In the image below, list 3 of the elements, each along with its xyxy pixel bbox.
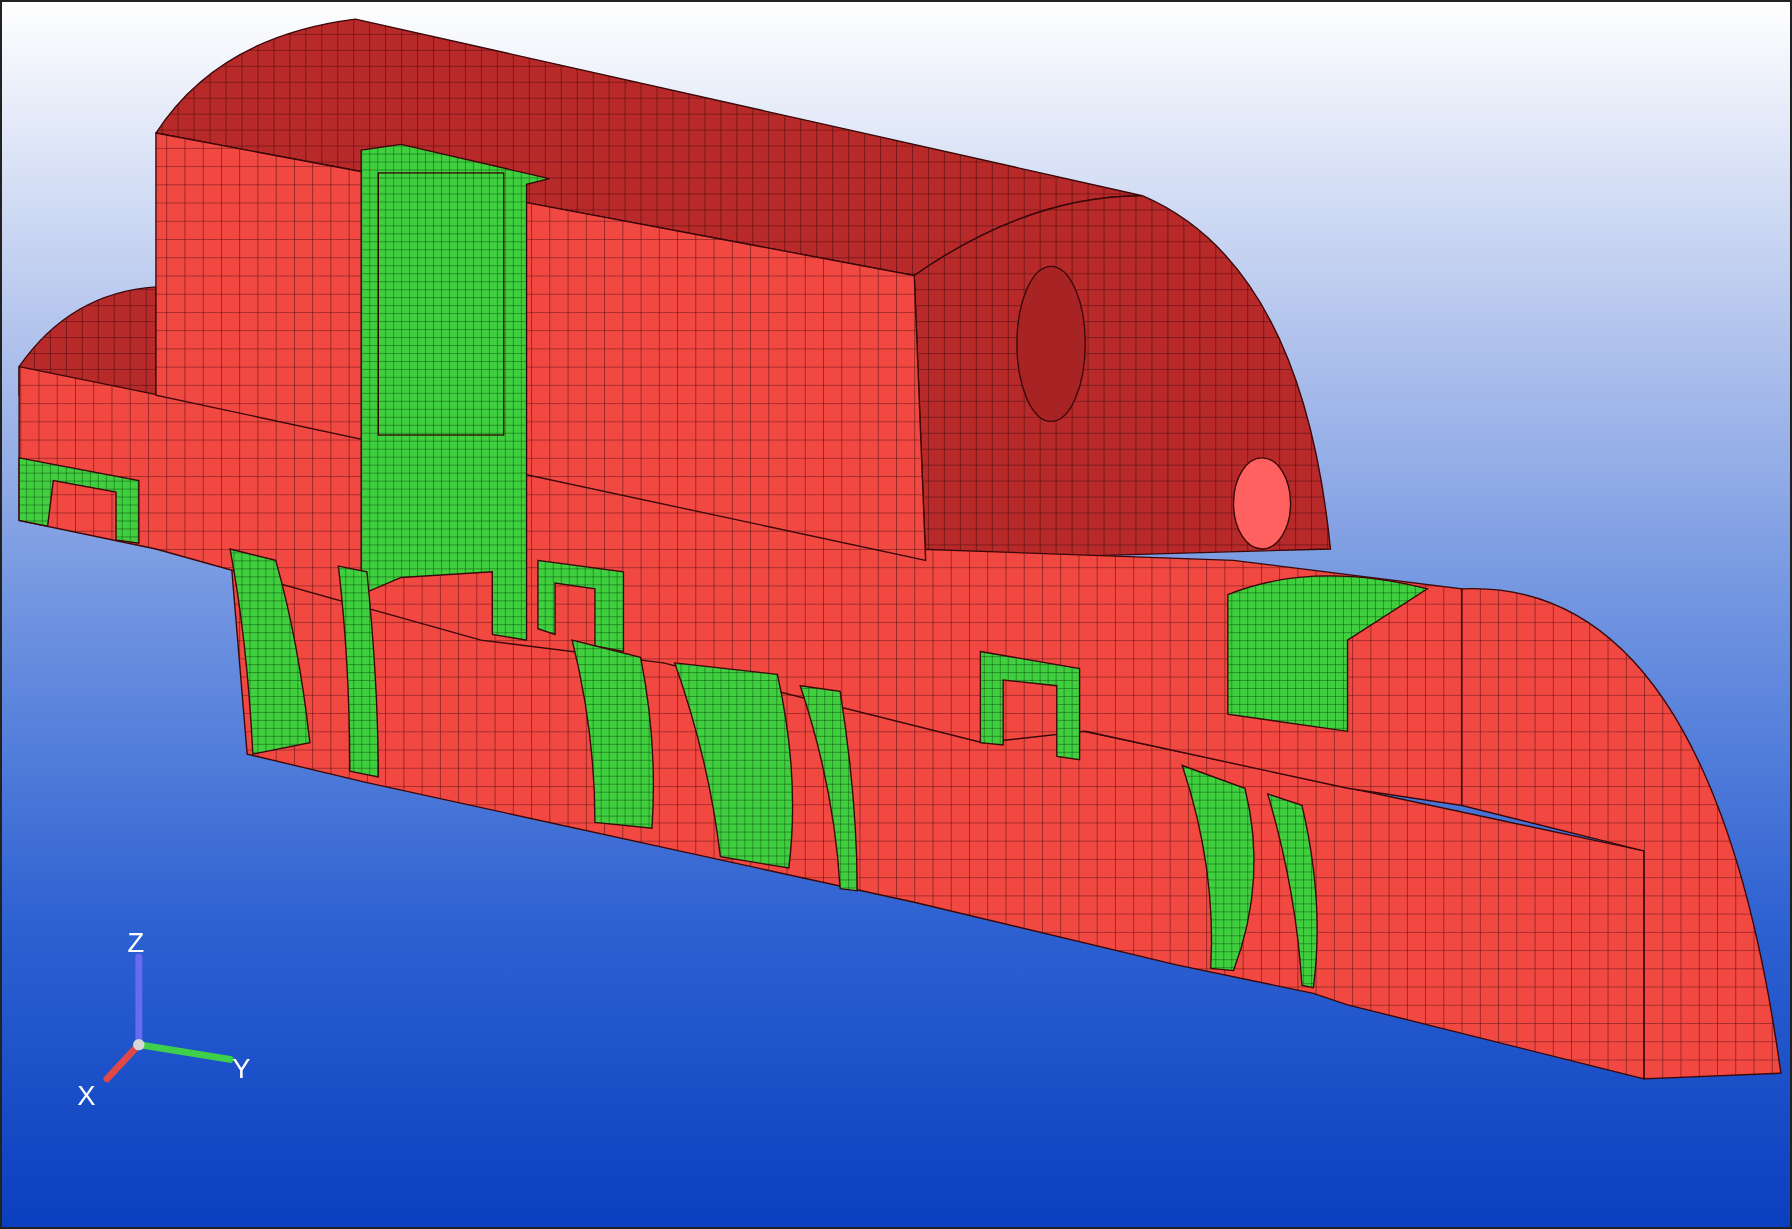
axis-label: Y bbox=[232, 1052, 251, 1084]
axis-label: Z bbox=[127, 927, 145, 959]
axis-label: X bbox=[77, 1080, 96, 1112]
